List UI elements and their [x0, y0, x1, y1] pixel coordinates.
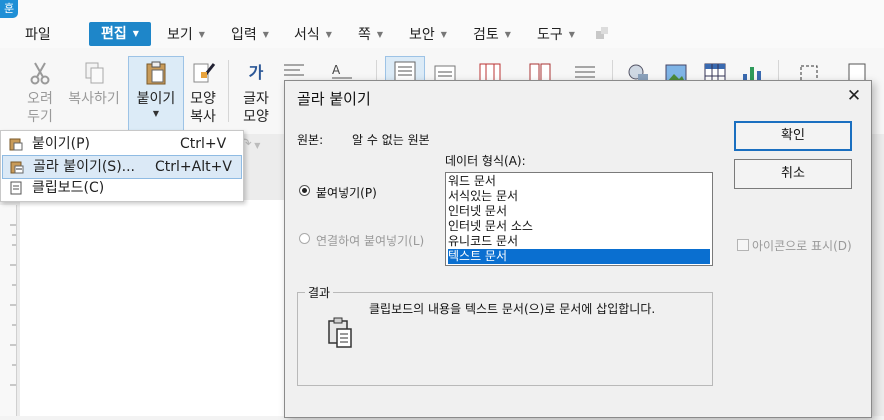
- chevron-down-icon: ▼: [325, 30, 332, 39]
- dialog-title: 골라 붙이기: [297, 90, 371, 108]
- char-shape-label-1: 글자: [243, 91, 269, 107]
- result-text: 클립보드의 내용을 텍스트 문서(으)로 문서에 삽입합니다.: [369, 302, 656, 316]
- menu-file[interactable]: 파일: [25, 24, 51, 46]
- paste-radio[interactable]: [299, 185, 310, 196]
- chevron-down-icon: ▼: [440, 30, 447, 39]
- menu-edit-label: 편집: [101, 26, 127, 42]
- chevron-down-icon: ▼: [251, 141, 261, 150]
- paste-label: 붙이기: [136, 91, 176, 107]
- format-copy-button[interactable]: 모양 복사: [186, 60, 220, 126]
- menu-item-paste[interactable]: 붙이기(P) Ctrl+V: [2, 133, 242, 155]
- menu-view-label: 보기: [167, 27, 193, 43]
- char-shape-label-2: 모양: [243, 109, 269, 125]
- format-copy-label-1: 모양: [190, 91, 216, 107]
- chevron-down-icon: ▼: [376, 30, 384, 39]
- char-shape-button[interactable]: 가 글자 모양: [236, 60, 276, 126]
- menu-format-label: 서식: [294, 27, 320, 43]
- menu-security-label: 보안: [409, 27, 435, 43]
- menu-item-paste-special-label: 골라 붙이기(S)...: [33, 159, 136, 175]
- show-icon-label: 아이콘으로 표시(D): [752, 239, 852, 253]
- source-label: 원본:: [297, 133, 324, 147]
- menu-page[interactable]: 쪽 ▼: [358, 24, 383, 46]
- char-shape-icon: 가: [248, 63, 264, 82]
- close-icon[interactable]: ✕: [843, 85, 865, 107]
- link-paste-radio-label: 연결하여 붙여넣기(L): [316, 234, 425, 248]
- source-value: 알 수 없는 원본: [352, 133, 430, 147]
- paste-dropdown-menu: 붙이기(P) Ctrl+V 골라 붙이기(S)... Ctrl+Alt+V 클립…: [0, 130, 244, 202]
- svg-text:A: A: [332, 63, 341, 77]
- menu-review-label: 검토: [473, 27, 499, 43]
- chevron-down-icon: ▼: [152, 109, 160, 118]
- cut-label-2: 두기: [27, 109, 53, 125]
- paste-button-content: 붙이기 ▼: [128, 60, 184, 120]
- menu-item-paste-special[interactable]: 골라 붙이기(S)... Ctrl+Alt+V: [2, 155, 242, 179]
- menu-item-paste-shortcut: Ctrl+V: [180, 136, 227, 152]
- menu-insert-label: 입력: [231, 27, 257, 43]
- link-paste-radio[interactable]: [299, 233, 310, 244]
- vertical-ruler: [0, 205, 17, 416]
- menu-tools-label: 도구: [537, 27, 563, 43]
- menu-format[interactable]: 서식 ▼: [294, 24, 332, 46]
- chevron-down-icon: ▼: [262, 30, 269, 39]
- menu-security[interactable]: 보안 ▼: [409, 24, 447, 46]
- menu-file-label: 파일: [25, 27, 51, 43]
- chevron-down-icon: ▼: [504, 30, 511, 39]
- chevron-down-icon: ▼: [568, 30, 575, 39]
- ok-button[interactable]: 확인: [734, 121, 852, 151]
- format-item[interactable]: 인터넷 문서 소스: [448, 219, 710, 234]
- format-item[interactable]: 인터넷 문서: [448, 204, 710, 219]
- menu-tools[interactable]: 도구 ▼: [537, 24, 575, 46]
- format-item-selected[interactable]: 텍스트 문서: [448, 249, 710, 264]
- paste-radio-label: 붙여넣기(P): [316, 186, 377, 200]
- cut-label-1: 오려: [27, 91, 53, 107]
- paste-special-icon: [10, 161, 24, 174]
- paste-special-dialog: 골라 붙이기 ✕ 원본: 알 수 없는 원본 데이터 형식(A): 붙여넣기(P…: [284, 80, 872, 418]
- clipboard-icon: [328, 317, 352, 348]
- menu-item-paste-label: 붙이기(P): [32, 136, 91, 152]
- chevron-down-icon: ▼: [132, 29, 139, 38]
- menu-edit[interactable]: 편집 ▼: [89, 22, 151, 46]
- scissors-icon: [30, 62, 50, 85]
- format-copy-label-2: 복사: [190, 109, 216, 125]
- clipboard-list-icon: [10, 181, 22, 195]
- menu-view[interactable]: 보기 ▼: [167, 24, 205, 46]
- menu-item-clipboard[interactable]: 클립보드(C): [2, 177, 242, 199]
- chevron-down-icon: ▼: [198, 30, 205, 39]
- menu-item-clipboard-label: 클립보드(C): [32, 180, 105, 196]
- app-logo: 훈: [0, 0, 18, 18]
- menu-insert[interactable]: 입력 ▼: [231, 24, 269, 46]
- data-format-list[interactable]: 워드 문서 서식있는 문서 인터넷 문서 인터넷 문서 소스 유니코드 문서 텍…: [445, 172, 713, 266]
- menu-item-paste-special-shortcut: Ctrl+Alt+V: [155, 159, 232, 175]
- format-item[interactable]: 유니코드 문서: [448, 234, 710, 249]
- copy-icon: [85, 62, 104, 84]
- menu-review[interactable]: 검토 ▼: [473, 24, 511, 46]
- clipboard-icon: [146, 61, 166, 85]
- cut-button[interactable]: 오려 두기: [20, 60, 60, 126]
- format-brush-icon: [193, 63, 216, 83]
- result-label: 결과: [305, 284, 334, 301]
- ribbon-divider: [228, 60, 229, 122]
- title-bar: [0, 0, 884, 18]
- copy-button[interactable]: 복사하기: [64, 60, 124, 108]
- show-icon-checkbox[interactable]: [737, 239, 749, 251]
- data-format-label: 데이터 형식(A):: [445, 154, 526, 168]
- format-item[interactable]: 서식있는 문서: [448, 189, 710, 204]
- menu-page-label: 쪽: [358, 27, 371, 43]
- copy-label: 복사하기: [68, 91, 120, 107]
- cancel-button[interactable]: 취소: [734, 159, 852, 189]
- puzzle-icon[interactable]: [595, 26, 609, 40]
- clipboard-icon: [9, 138, 23, 151]
- format-item[interactable]: 워드 문서: [448, 174, 710, 189]
